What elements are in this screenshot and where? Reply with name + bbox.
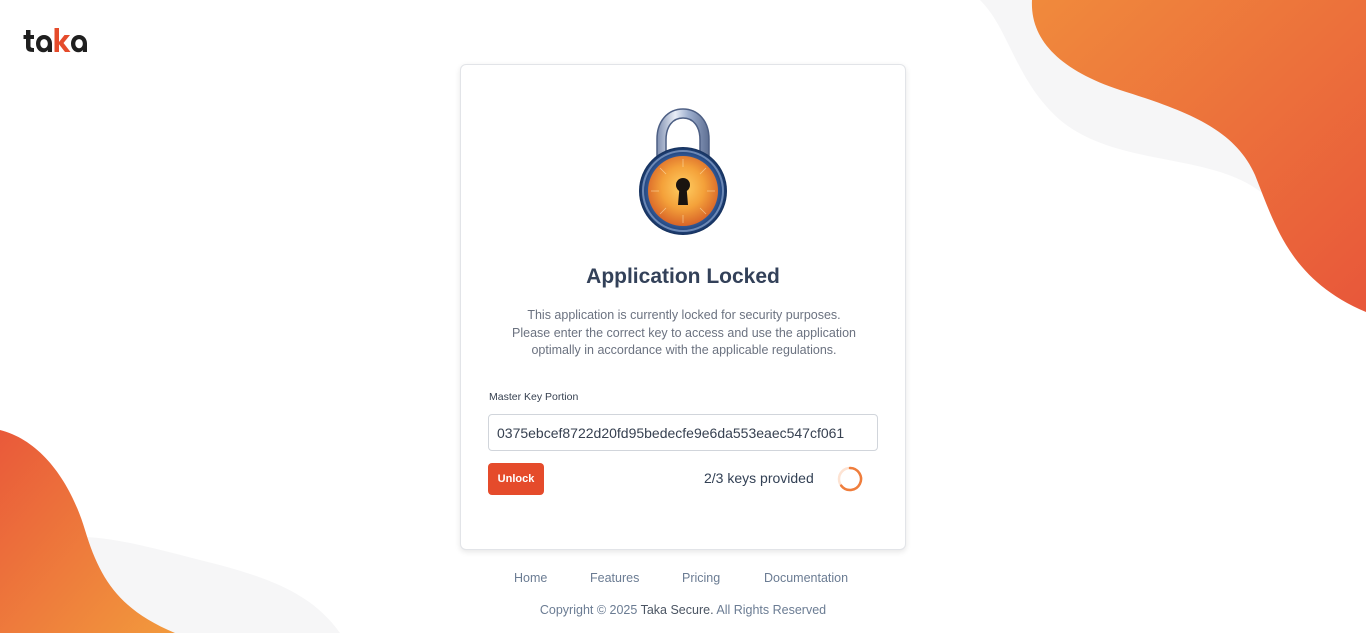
description-line: optimally in accordance with the applica… [531,343,837,358]
master-key-input[interactable] [488,414,878,451]
master-key-label: Master Key Portion [489,391,579,403]
spinner-icon [837,466,863,492]
taka-logo[interactable] [22,26,100,59]
footer-link-features[interactable]: Features [590,571,639,585]
copyright: Copyright © 2025 Taka Secure. All Rights… [0,603,1366,617]
footer-link-documentation[interactable]: Documentation [764,571,848,585]
footer-nav: Home Features Pricing Documentation [0,571,1366,589]
copyright-prefix: Copyright © 2025 [539,603,638,617]
page-title: Application Locked [586,265,780,288]
footer-link-pricing[interactable]: Pricing [682,571,720,585]
description-line: Please enter the correct key to access a… [512,325,856,340]
copyright-brand[interactable]: Taka Secure. [641,603,714,617]
lock-card: Application Locked This application is c… [460,64,906,550]
lock-description: This application is currently locked for… [491,307,877,360]
unlock-button[interactable]: Unlock [488,463,544,495]
padlock-icon [639,108,727,235]
footer-link-home[interactable]: Home [514,571,547,585]
copyright-suffix: All Rights Reserved [716,603,827,617]
keys-provided-status: 2/3 keys provided [704,470,814,486]
description-line: This application is currently locked for… [527,308,841,322]
